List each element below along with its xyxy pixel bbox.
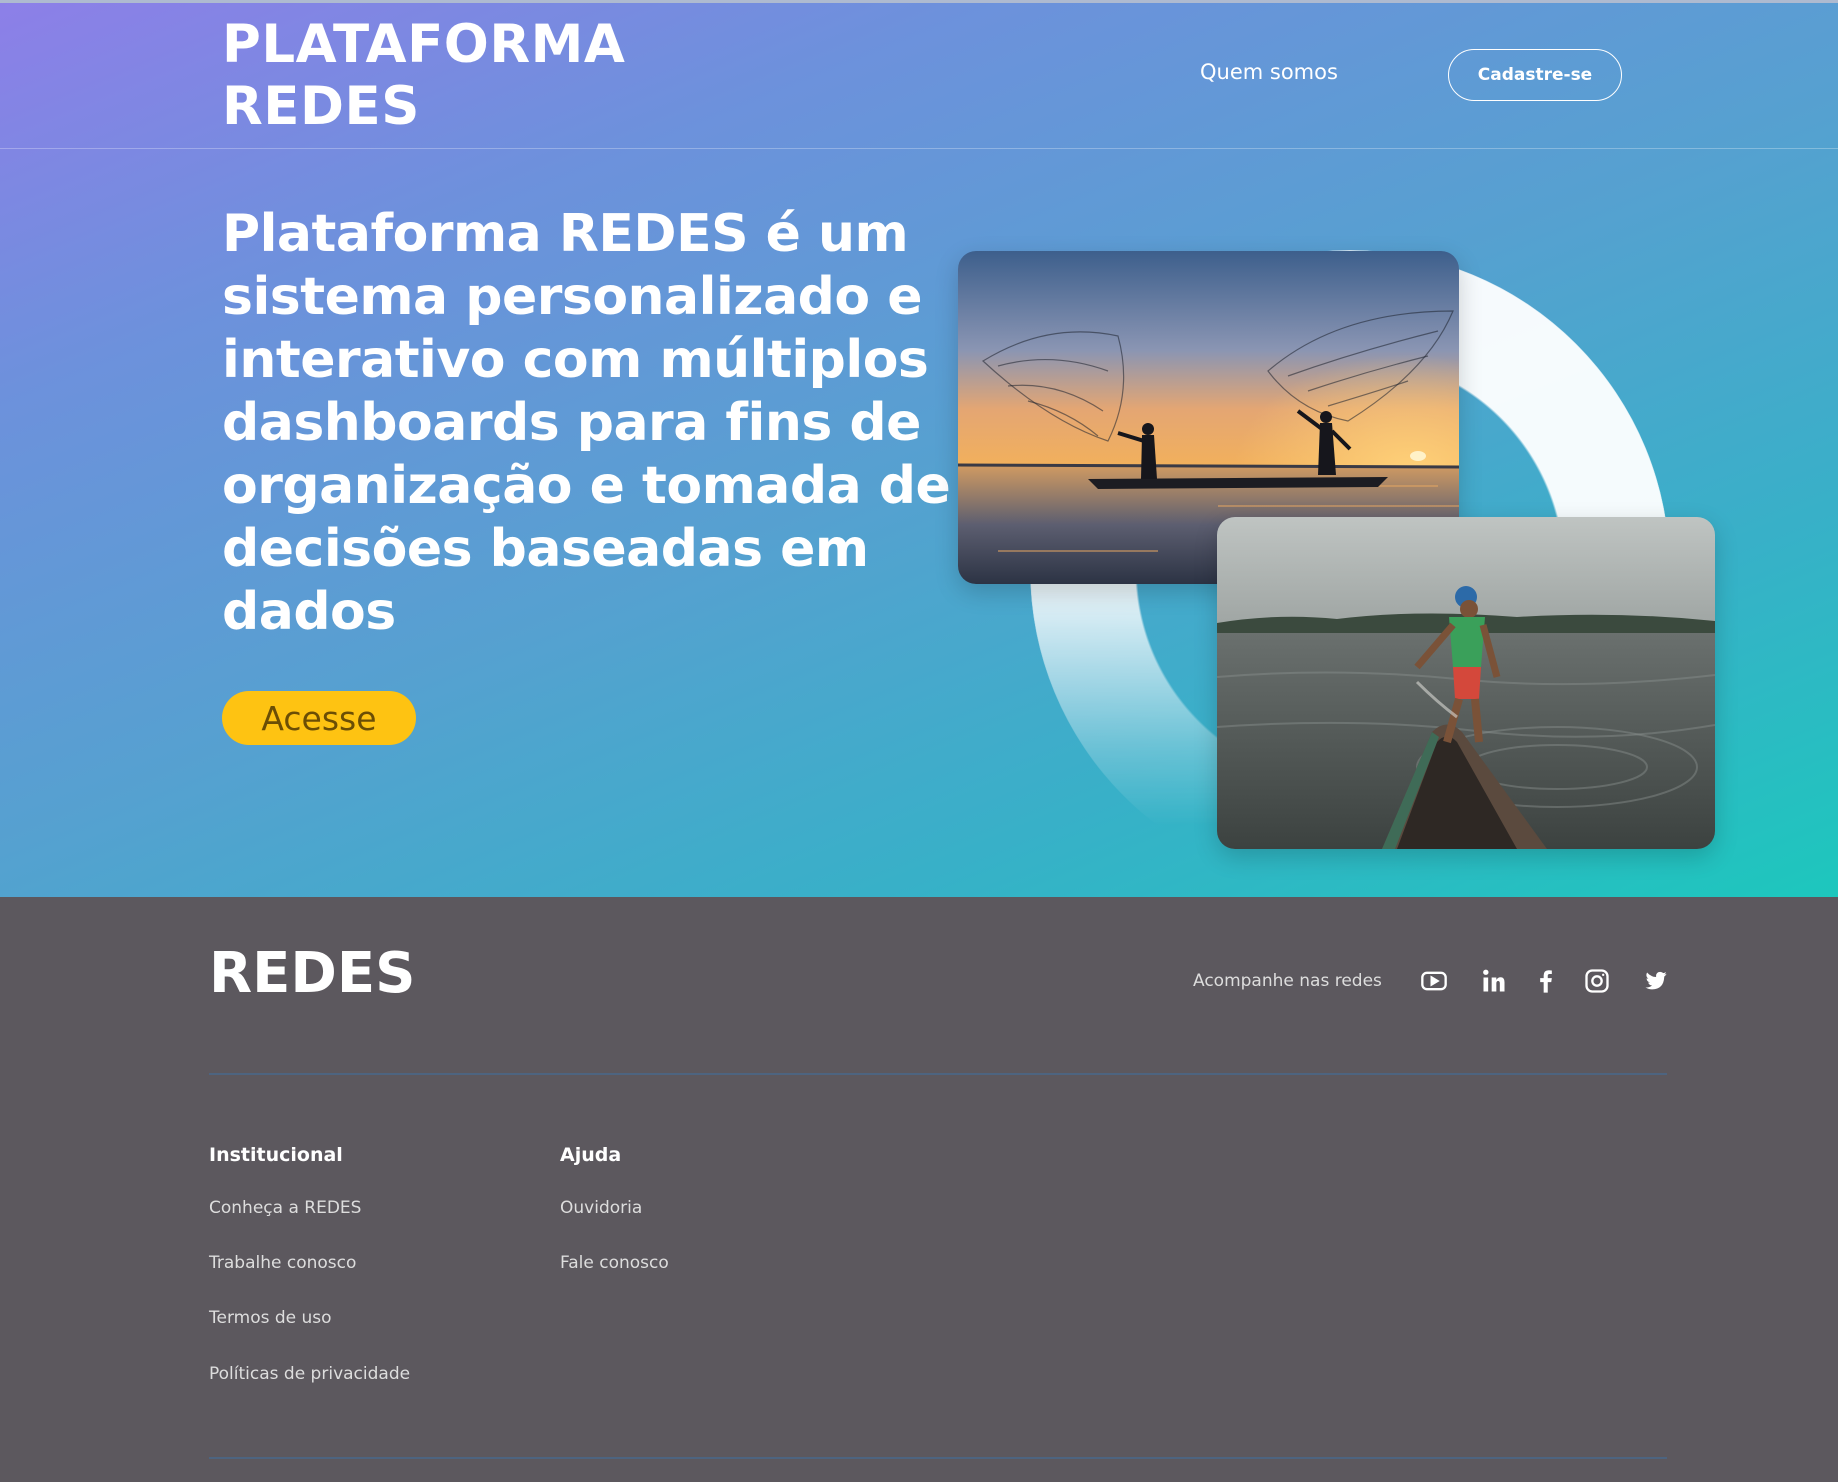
site-footer: REDES Acompanhe nas redes Institucional … xyxy=(0,897,1838,1482)
nav-link-quem-somos[interactable]: Quem somos xyxy=(1200,60,1338,84)
link-trabalhe-conosco[interactable]: Trabalhe conosco xyxy=(209,1253,356,1273)
signup-button[interactable]: Cadastre-se xyxy=(1448,49,1622,101)
link-termos-de-uso[interactable]: Termos de uso xyxy=(209,1308,332,1328)
logo-line-1: PLATAFORMA xyxy=(222,14,626,75)
hero-headline: Plataforma REDES é um sistema personaliz… xyxy=(222,204,951,642)
follow-label: Acompanhe nas redes xyxy=(1193,971,1382,991)
institucional-heading: Institucional xyxy=(209,1144,343,1166)
youtube-icon[interactable] xyxy=(1418,965,1450,997)
link-politicas-privacidade[interactable]: Políticas de privacidade xyxy=(209,1364,410,1384)
top-navbar: PLATAFORMA REDES Quem somos Cadastre-se xyxy=(0,0,1838,149)
site-logo[interactable]: PLATAFORMA REDES xyxy=(222,14,625,138)
hero-section: PLATAFORMA REDES Quem somos Cadastre-se … xyxy=(0,0,1838,897)
linkedin-icon[interactable] xyxy=(1478,965,1510,997)
facebook-icon[interactable] xyxy=(1530,965,1562,997)
footer-divider-top xyxy=(209,1073,1667,1075)
link-ouvidoria[interactable]: Ouvidoria xyxy=(560,1198,642,1218)
link-conheca-redes[interactable]: Conheça a REDES xyxy=(209,1198,361,1218)
ajuda-heading: Ajuda xyxy=(560,1144,622,1166)
link-fale-conosco[interactable]: Fale conosco xyxy=(560,1253,669,1273)
fisherman-canoe-photo xyxy=(1217,517,1715,849)
footer-divider-bottom xyxy=(209,1457,1667,1459)
access-button[interactable]: Acesse xyxy=(222,691,416,745)
footer-logo[interactable]: REDES xyxy=(209,941,415,1006)
logo-line-2: REDES xyxy=(222,76,420,137)
instagram-icon[interactable] xyxy=(1581,965,1613,997)
twitter-icon[interactable] xyxy=(1639,965,1671,997)
